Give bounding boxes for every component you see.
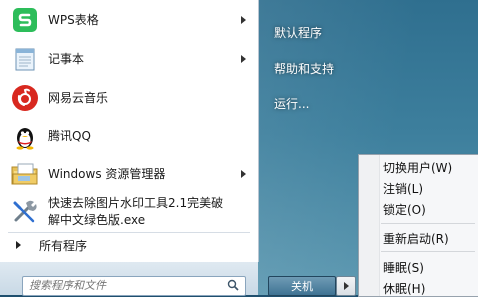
menu-item-lock[interactable]: 锁定(O) [383,201,426,218]
program-label: 记事本 [48,52,85,66]
menu-item-hibernate[interactable]: 休眠(H) [383,280,425,297]
program-qq[interactable]: 腾讯QQ [6,118,252,154]
menu-gutter [359,155,380,296]
netease-music-icon [10,83,40,113]
menu-separator [381,251,475,252]
power-options-menu: 切换用户(W) 注销(L) 锁定(O) 重新启动(R) 睡眠(S) 休眠(H) [358,154,478,297]
notepad-icon [10,44,40,74]
program-label: 腾讯QQ [48,129,91,143]
wps-spreadsheet-icon [10,5,40,35]
search-icon[interactable] [227,279,239,294]
program-wps[interactable]: WPS表格 [6,2,252,38]
program-label: 网易云音乐 [48,91,109,105]
program-netease-music[interactable]: 网易云音乐 [6,80,252,116]
help-support-link[interactable]: 帮助和支持 [274,60,334,77]
shutdown-options-button[interactable] [336,276,356,296]
tools-icon [10,196,40,226]
menu-separator [381,223,475,224]
program-notepad[interactable]: 记事本 [6,41,252,77]
program-watermark-tool[interactable]: 快速去除图片水印工具2.1完美破 解中文绿色版.exe [6,194,252,230]
run-link[interactable]: 运行... [274,95,309,112]
chevron-right-icon [343,282,349,290]
expand-arrow-icon [16,241,21,249]
program-label: Windows 资源管理器 [48,167,166,181]
menu-item-switch-user[interactable]: 切换用户(W) [383,159,452,176]
divider [8,232,250,233]
shutdown-label: 关机 [291,280,313,293]
all-programs-button[interactable]: 所有程序 [10,234,250,256]
shutdown-button[interactable]: 关机 [268,276,336,296]
search-box[interactable] [22,276,246,296]
program-explorer[interactable]: Windows 资源管理器 [6,156,252,192]
program-label-line1: 快速去除图片水印工具2.1完美破 [48,196,224,210]
program-label: WPS表格 [48,13,99,27]
program-label-line2: 解中文绿色版.exe [48,213,146,227]
pinned-programs-pane: WPS表格 记事本 网易云音乐 腾讯QQ Windows 资源管理器 快速去除图… [0,0,259,262]
all-programs-label: 所有程序 [39,238,88,253]
explorer-folder-icon [10,159,40,189]
menu-item-sleep[interactable]: 睡眠(S) [383,259,424,276]
submenu-arrow-icon[interactable] [241,170,246,178]
qq-penguin-icon [10,121,40,151]
submenu-arrow-icon[interactable] [241,16,246,24]
search-input[interactable] [23,277,219,293]
submenu-arrow-icon[interactable] [241,55,246,63]
default-programs-link[interactable]: 默认程序 [274,24,322,41]
menu-item-logoff[interactable]: 注销(L) [383,180,423,197]
menu-item-restart[interactable]: 重新启动(R) [383,230,449,247]
